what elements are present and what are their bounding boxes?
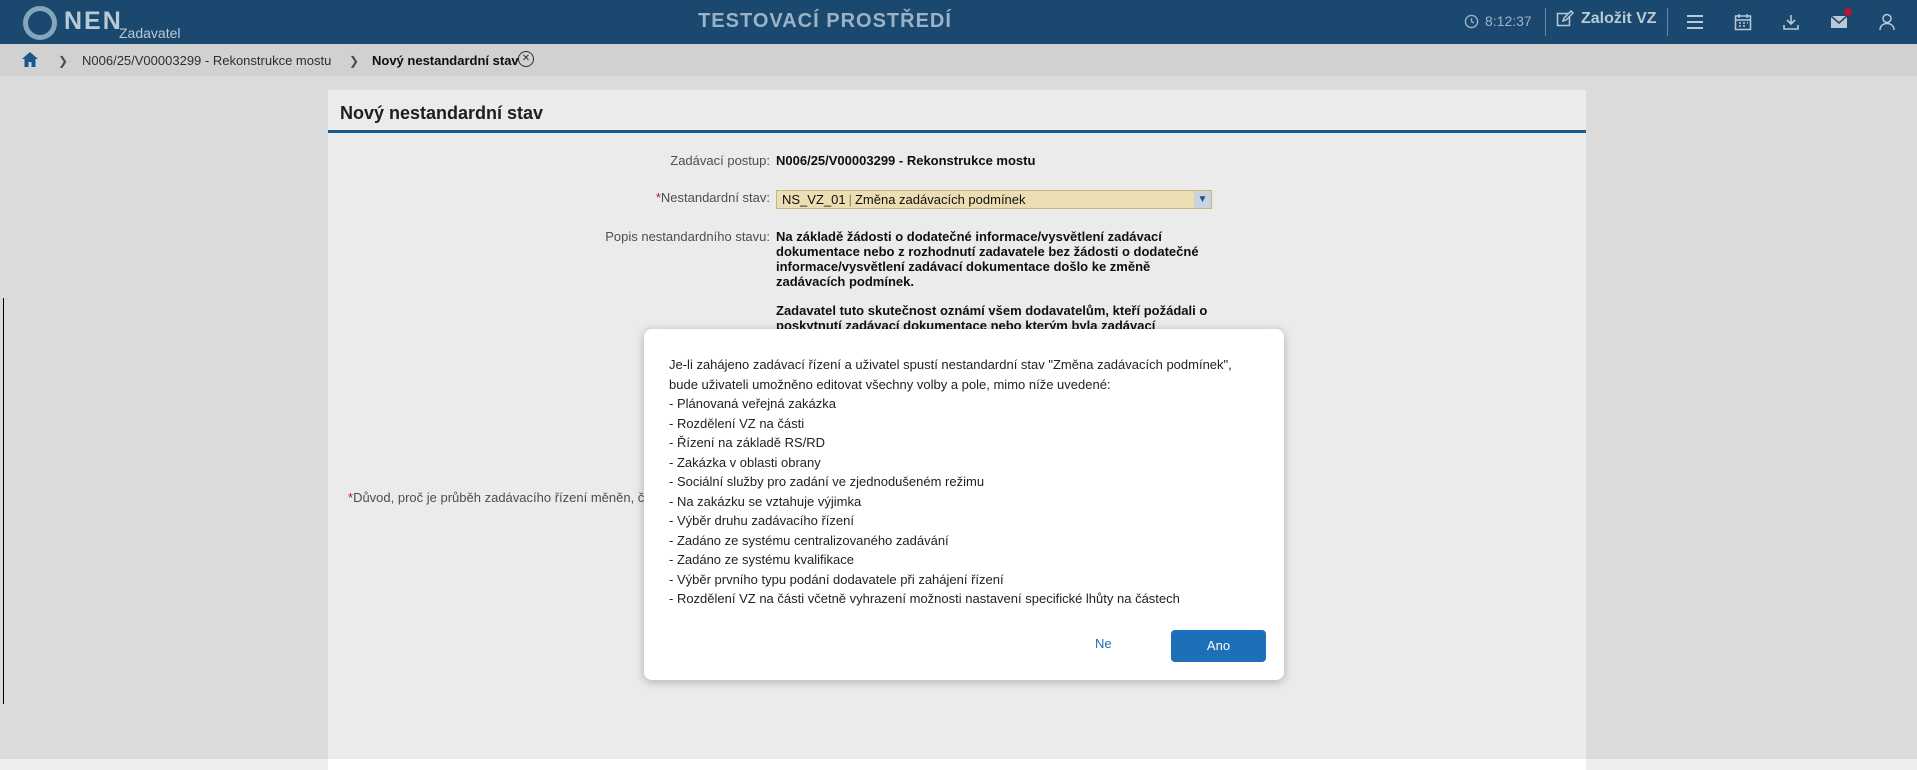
list-item: - Plánovaná veřejná zakázka [669, 396, 836, 411]
list-item: - Rozdělení VZ na části včetně vyhrazení… [669, 591, 1180, 606]
yes-button[interactable]: Ano [1171, 630, 1266, 662]
dialog-intro: Je-li zahájeno zadávací řízení a uživate… [669, 357, 1232, 392]
list-item: - Zadáno ze systému centralizovaného zad… [669, 532, 949, 548]
no-button[interactable]: Ne [1095, 636, 1112, 651]
confirm-dialog: Je-li zahájeno zadávací řízení a uživate… [644, 329, 1284, 680]
list-item: - Řízení na základě RS/RD [669, 435, 826, 450]
list-item: - Na zakázku se vztahuje výjimka [669, 493, 862, 509]
excluded-fields-list: - Plánovaná veřejná zakázka - Rozdělení … [669, 394, 1264, 609]
list-item: - Výběr druhu zadávacího řízení [669, 513, 854, 528]
dialog-message: Je-li zahájeno zadávací řízení a uživate… [669, 355, 1264, 609]
list-item: - Rozdělení VZ na části [669, 415, 805, 431]
list-item: - Sociální služby pro zadání ve zjednodu… [669, 474, 985, 489]
list-item: - Zadáno ze systému kvalifikace [669, 552, 854, 567]
list-item: - Výběr prvního typu podání dodavatele p… [669, 571, 1004, 587]
list-item: - Zakázka v oblasti obrany [669, 454, 821, 470]
